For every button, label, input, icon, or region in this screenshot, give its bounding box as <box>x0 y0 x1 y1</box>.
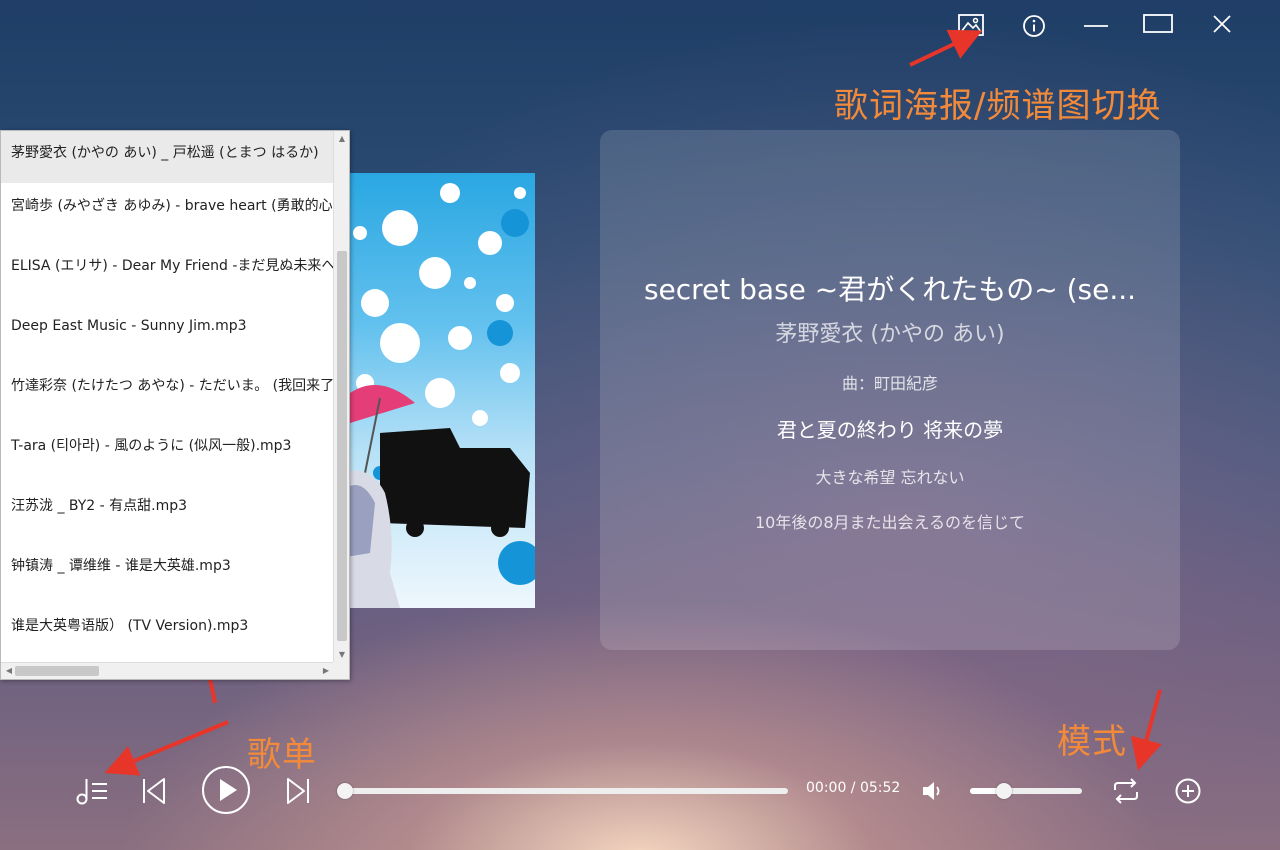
next-button[interactable] <box>284 776 312 806</box>
scroll-down-icon[interactable]: ▼ <box>334 647 349 663</box>
playlist-button[interactable] <box>74 774 110 808</box>
annotation-mode: 模式 <box>1057 722 1127 762</box>
album-art <box>340 173 535 608</box>
playlist-item[interactable]: 竹達彩奈 (たけたつ あやな) - ただいま。 (我回来了) <box>1 363 334 423</box>
repeat-icon <box>1114 778 1138 804</box>
progress-knob[interactable] <box>337 783 353 799</box>
volume-button[interactable] <box>920 778 946 804</box>
add-icon <box>1175 778 1201 804</box>
play-icon <box>202 766 250 814</box>
lyric-line: 大きな希望 忘れない <box>815 468 965 487</box>
playlist-list: 茅野愛衣 (かやの あい) _ 戸松遥 (とまつ はるか) 宮崎歩 (みやざき … <box>1 131 334 663</box>
arrow-playlist-button <box>104 720 229 776</box>
next-icon <box>287 778 309 804</box>
previous-icon <box>143 778 165 804</box>
horizontal-scroll-thumb[interactable] <box>15 666 99 676</box>
song-title: secret base ~君がくれたもの~ (se... <box>643 273 1137 306</box>
lyric-line-current: 君と夏の終わり 将来の夢 <box>776 418 1004 442</box>
playlist-item[interactable]: 宮崎歩 (みやざき あゆみ) - brave heart (勇敢的心) <box>1 183 334 243</box>
playlist-item[interactable]: T-ara (티아라) - 風のように (似风一般).mp3 <box>1 423 334 483</box>
play-mode-button[interactable] <box>1110 776 1142 806</box>
scroll-up-icon[interactable]: ▲ <box>334 131 349 147</box>
previous-button[interactable] <box>140 776 168 806</box>
lyrics-panel: secret base ~君がくれたもの~ (se... 茅野愛衣 (かやの あ… <box>600 130 1180 650</box>
annotation-playlist: 歌单 <box>247 735 317 775</box>
volume-knob[interactable] <box>995 783 1012 799</box>
add-button[interactable] <box>1174 777 1202 805</box>
playlist-item[interactable]: 钟镇涛 _ 谭维维 - 谁是大英雄.mp3 <box>1 543 334 603</box>
vertical-scrollbar[interactable]: ▲ ▼ <box>333 131 349 663</box>
annotation-poster-toggle: 歌词海报/频谱图切换 <box>834 86 1162 126</box>
vertical-scroll-thumb[interactable] <box>337 251 347 641</box>
volume-icon <box>923 782 940 800</box>
playlist-popup: 茅野愛衣 (かやの あい) _ 戸松遥 (とまつ はるか) 宮崎歩 (みやざき … <box>0 130 350 680</box>
playlist-item[interactable]: ELISA (エリサ) - Dear My Friend -まだ見ぬ未来へ <box>1 243 334 303</box>
arrow-poster-toggle <box>909 29 983 67</box>
scroll-right-icon[interactable]: ▶ <box>318 663 334 679</box>
arrow-mode-button <box>1130 689 1162 771</box>
progress-bar[interactable] <box>337 783 788 799</box>
playlist-icon <box>76 779 107 805</box>
playlist-item[interactable]: 谁是大英粤语版） (TV Version).mp3 <box>1 603 334 663</box>
song-composer: 曲：町田紀彦 <box>841 374 938 393</box>
volume-slider[interactable] <box>970 783 1082 799</box>
lyric-line: 10年後の8月また出会えるのを信じて <box>754 513 1026 532</box>
time-display: 00:00 / 05:52 <box>806 780 901 796</box>
play-button[interactable] <box>201 765 251 815</box>
playlist-item[interactable]: 茅野愛衣 (かやの あい) _ 戸松遥 (とまつ はるか) <box>1 131 334 183</box>
album-art-illustration <box>340 183 535 608</box>
playlist-item[interactable]: Deep East Music - Sunny Jim.mp3 <box>1 303 334 363</box>
song-artist: 茅野愛衣 (かやの あい) <box>775 322 1005 347</box>
horizontal-scrollbar[interactable]: ◀ ▶ <box>1 662 334 679</box>
scrollbar-corner <box>333 662 349 679</box>
playlist-item[interactable]: 汪苏泷 _ BY2 - 有点甜.mp3 <box>1 483 334 543</box>
